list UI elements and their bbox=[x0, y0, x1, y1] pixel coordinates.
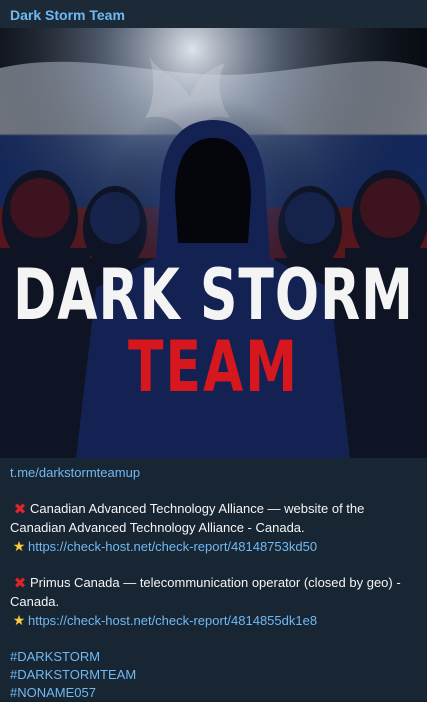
glowing-star-icon: ★ bbox=[12, 538, 26, 554]
hashtag-link[interactable]: #DARKSTORM bbox=[10, 648, 417, 666]
channel-link[interactable]: t.me/darkstormteamup bbox=[10, 464, 417, 482]
check-report-link[interactable]: https://check-host.net/check-report/4814… bbox=[28, 613, 317, 628]
post-image[interactable]: DARK STORM TEAM bbox=[0, 28, 427, 458]
image-title-line2: TEAM bbox=[128, 327, 299, 409]
message-text: t.me/darkstormteamup ✖ Canadian Advanced … bbox=[0, 458, 427, 702]
check-report-link[interactable]: https://check-host.net/check-report/4814… bbox=[28, 539, 317, 554]
cross-mark-icon: ✖ bbox=[13, 575, 27, 592]
cross-mark-icon: ✖ bbox=[13, 501, 27, 518]
item-description: Canadian Advanced Technology Alliance — … bbox=[10, 501, 365, 535]
channel-post: Dark Storm Team DARK STORM TEAM t.me/dar… bbox=[0, 0, 427, 700]
channel-title[interactable]: Dark Storm Team bbox=[0, 0, 427, 28]
image-title-line1: DARK STORM bbox=[13, 255, 414, 337]
hashtag-link[interactable]: #NONAME057 bbox=[10, 684, 417, 702]
item-description: Primus Canada — telecommunication operat… bbox=[10, 575, 401, 609]
list-item: ✖ Primus Canada — telecommunication opera… bbox=[10, 574, 417, 630]
list-item: ✖ Canadian Advanced Technology Alliance —… bbox=[10, 500, 417, 556]
glowing-star-icon: ★ bbox=[12, 612, 26, 628]
hashtag-link[interactable]: #DARKSTORMTEAM bbox=[10, 666, 417, 684]
